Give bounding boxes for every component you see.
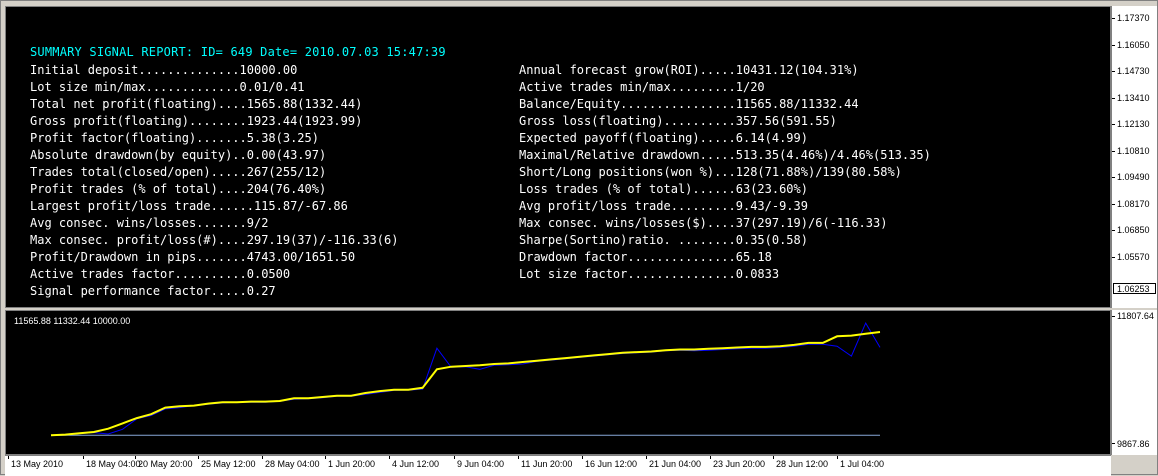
- time-axis[interactable]: 13 May 2010 18 May 04:00 20 May 20:00 25 Ma…: [5, 455, 1111, 476]
- report-line: Initial deposit..............10000.00: [30, 63, 298, 77]
- current-price-label: 1.06253: [1113, 283, 1156, 294]
- report-line: Maximal/Relative drawdown.....513.35(4.4…: [519, 148, 931, 162]
- time-axis-label: 1 Jul 04:00: [840, 459, 885, 469]
- price-scale-label: 1.12130: [1117, 119, 1150, 129]
- report-line: Expected payoff(floating).....6.14(4.99): [519, 131, 808, 145]
- price-scale-label: 1.17370: [1117, 13, 1150, 23]
- report-line: Signal performance factor.....0.27: [30, 284, 276, 298]
- scale-tick: [1112, 124, 1115, 125]
- report-line: Total net profit(floating)....1565.88(13…: [30, 97, 363, 111]
- report-line: Absolute drawdown(by equity)..0.00(43.97…: [30, 148, 327, 162]
- report-line: Balance/Equity................11565.88/1…: [519, 97, 859, 111]
- time-axis-label: 21 Jun 04:00: [649, 459, 702, 469]
- scale-tick: [1112, 230, 1115, 231]
- time-axis-label: 23 Jun 20:00: [713, 459, 766, 469]
- report-right-column: Annual forecast grow(ROI).....10431.12(1…: [519, 62, 931, 283]
- balance-line: [50, 331, 881, 437]
- scale-tick: [1112, 443, 1115, 444]
- report-title: SUMMARY SIGNAL REPORT: ID= 649 Date= 201…: [30, 45, 446, 59]
- scale-tick: [1112, 256, 1115, 258]
- time-tick: [773, 456, 774, 459]
- report-line: Profit trades (% of total)....204(76.40%…: [30, 182, 327, 196]
- price-scale[interactable]: 1.17370 1.16050 1.14730 1.13410 1.12130 1.108…: [1111, 6, 1157, 308]
- report-line: Sharpe(Sortino)ratio. ........0.35(0.58): [519, 233, 808, 247]
- price-scale-label: 1.13410: [1117, 92, 1150, 103]
- report-line: Max consec. wins/losses($)....37(297.19)…: [519, 216, 888, 230]
- time-tick: [837, 456, 838, 459]
- time-tick: [582, 456, 583, 459]
- report-line: Drawdown factor...............65.18: [519, 250, 772, 264]
- time-axis-label: 13 May 2010: [11, 459, 64, 469]
- time-tick: [325, 456, 326, 459]
- report-line: Active trades min/max.........1/20: [519, 80, 765, 94]
- time-axis-label: 4 Jun 12:00: [392, 459, 440, 469]
- indicator-scale-top: 11807.64: [1117, 311, 1154, 321]
- time-axis-label: 18 May 04:00: [86, 459, 141, 469]
- time-tick: [262, 456, 263, 459]
- time-tick: [710, 456, 711, 459]
- time-tick: [135, 456, 136, 459]
- indicator-window[interactable]: 11565.88 11332.44 10000.00: [5, 310, 1111, 455]
- report-line: Profit factor(floating).......5.38(3.25): [30, 131, 319, 145]
- report-line: Profit/Drawdown in pips.......4743.00/16…: [30, 250, 356, 264]
- chart-window: SUMMARY SIGNAL REPORT: ID= 649 Date= 201…: [0, 0, 1158, 476]
- main-chart-area[interactable]: SUMMARY SIGNAL REPORT: ID= 649 Date= 201…: [5, 6, 1111, 308]
- balance-equity-chart: [50, 321, 881, 437]
- scale-tick: [1112, 316, 1115, 317]
- time-tick: [198, 456, 199, 459]
- time-tick: [8, 456, 9, 459]
- time-tick: [454, 456, 455, 459]
- time-tick: [83, 456, 84, 459]
- report-line: Max consec. profit/loss(#)....297.19(37)…: [30, 233, 399, 247]
- scale-tick: [1112, 150, 1115, 152]
- report-line: Gross profit(floating)........1923.44(19…: [30, 114, 363, 128]
- time-axis-label: 1 Jun 20:00: [328, 459, 376, 469]
- scale-tick: [1112, 18, 1115, 19]
- report-line: Avg profit/loss trade.........9.43/-9.39: [519, 199, 808, 213]
- report-left-column: Initial deposit..............10000.00 Lot…: [30, 62, 398, 300]
- time-axis-label: 28 May 04:00: [265, 459, 320, 469]
- time-axis-label: 16 Jun 12:00: [585, 459, 638, 469]
- report-line: Gross loss(floating)..........357.56(591…: [519, 114, 837, 128]
- time-axis-label: 9 Jun 04:00: [457, 459, 505, 469]
- report-line: Annual forecast grow(ROI).....10431.12(1…: [519, 63, 859, 77]
- scale-tick: [1112, 44, 1115, 46]
- time-tick: [518, 456, 519, 459]
- time-axis-label: 28 Jun 12:00: [776, 459, 829, 469]
- time-tick: [646, 456, 647, 459]
- report-line: Largest profit/loss trade......115.87/-6…: [30, 199, 348, 213]
- equity-line: [50, 321, 881, 436]
- report-line: Avg consec. wins/losses.......9/2: [30, 216, 269, 230]
- scale-tick: [1112, 177, 1115, 178]
- time-axis-label: 25 May 12:00: [201, 459, 256, 469]
- scale-tick: [1112, 203, 1115, 205]
- report-line: Lot size min/max.............0.01/0.41: [30, 80, 305, 94]
- scale-tick: [1112, 97, 1115, 99]
- time-axis-label: 11 Jun 20:00: [521, 459, 573, 469]
- price-scale-label: 1.05570: [1117, 251, 1150, 262]
- report-line: Short/Long positions(won %)...128(71.88%…: [519, 165, 902, 179]
- report-line: Trades total(closed/open).....267(255/12…: [30, 165, 327, 179]
- scale-tick: [1112, 71, 1115, 72]
- indicator-scale[interactable]: 11807.64 9867.86: [1111, 310, 1157, 455]
- price-scale-label: 1.08170: [1117, 198, 1150, 209]
- price-scale-label: 1.09490: [1117, 172, 1150, 182]
- price-scale-label: 1.16050: [1117, 39, 1150, 50]
- time-axis-label: 20 May 20:00: [138, 459, 193, 469]
- report-line: Active trades factor..........0.0500: [30, 267, 291, 281]
- report-line: Loss trades (% of total)......63(23.60%): [519, 182, 808, 196]
- report-line: Lot size factor...............0.0833: [519, 267, 780, 281]
- price-scale-label: 1.14730: [1117, 66, 1150, 76]
- price-scale-label: 1.06850: [1117, 225, 1150, 235]
- time-tick: [389, 456, 390, 459]
- price-scale-label: 1.10810: [1117, 145, 1150, 156]
- indicator-scale-bottom: 9867.86: [1117, 439, 1150, 449]
